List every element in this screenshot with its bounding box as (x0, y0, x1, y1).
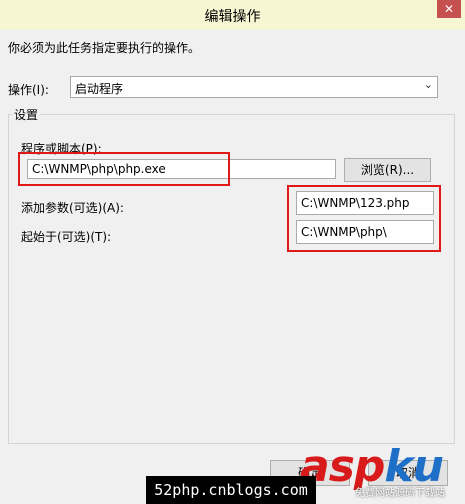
highlight-box-params (287, 185, 441, 252)
browse-button[interactable]: 浏览(R)... (344, 158, 431, 182)
action-label: 操作(I): (8, 83, 49, 97)
action-select[interactable]: 启动程序 ⌄ (70, 76, 438, 98)
dialog-title: 编辑操作 (204, 9, 261, 25)
watermark-subtitle: 免费网站源码下载站 (355, 488, 445, 499)
settings-group-label: 设置 (12, 106, 41, 123)
close-icon[interactable]: ✕ (437, 0, 461, 18)
footer-watermark: 52php.cnblogs.com (146, 476, 316, 504)
dialog-body: 你必须为此任务指定要执行的操作。 操作(I): 启动程序 ⌄ 设置 程序或脚本(… (0, 30, 465, 504)
chevron-down-icon: ⌄ (423, 78, 433, 91)
instruction-text: 你必须为此任务指定要执行的操作。 (8, 41, 201, 55)
highlight-box-program (18, 152, 230, 186)
title-bar: 编辑操作 ✕ (0, 0, 465, 30)
args-label: 添加参数(可选)(A): (21, 201, 124, 215)
edit-action-dialog: 编辑操作 ✕ 你必须为此任务指定要执行的操作。 操作(I): 启动程序 ⌄ 设置… (0, 0, 465, 504)
start-in-label: 起始于(可选)(T): (21, 230, 112, 244)
action-select-value: 启动程序 (75, 82, 124, 96)
